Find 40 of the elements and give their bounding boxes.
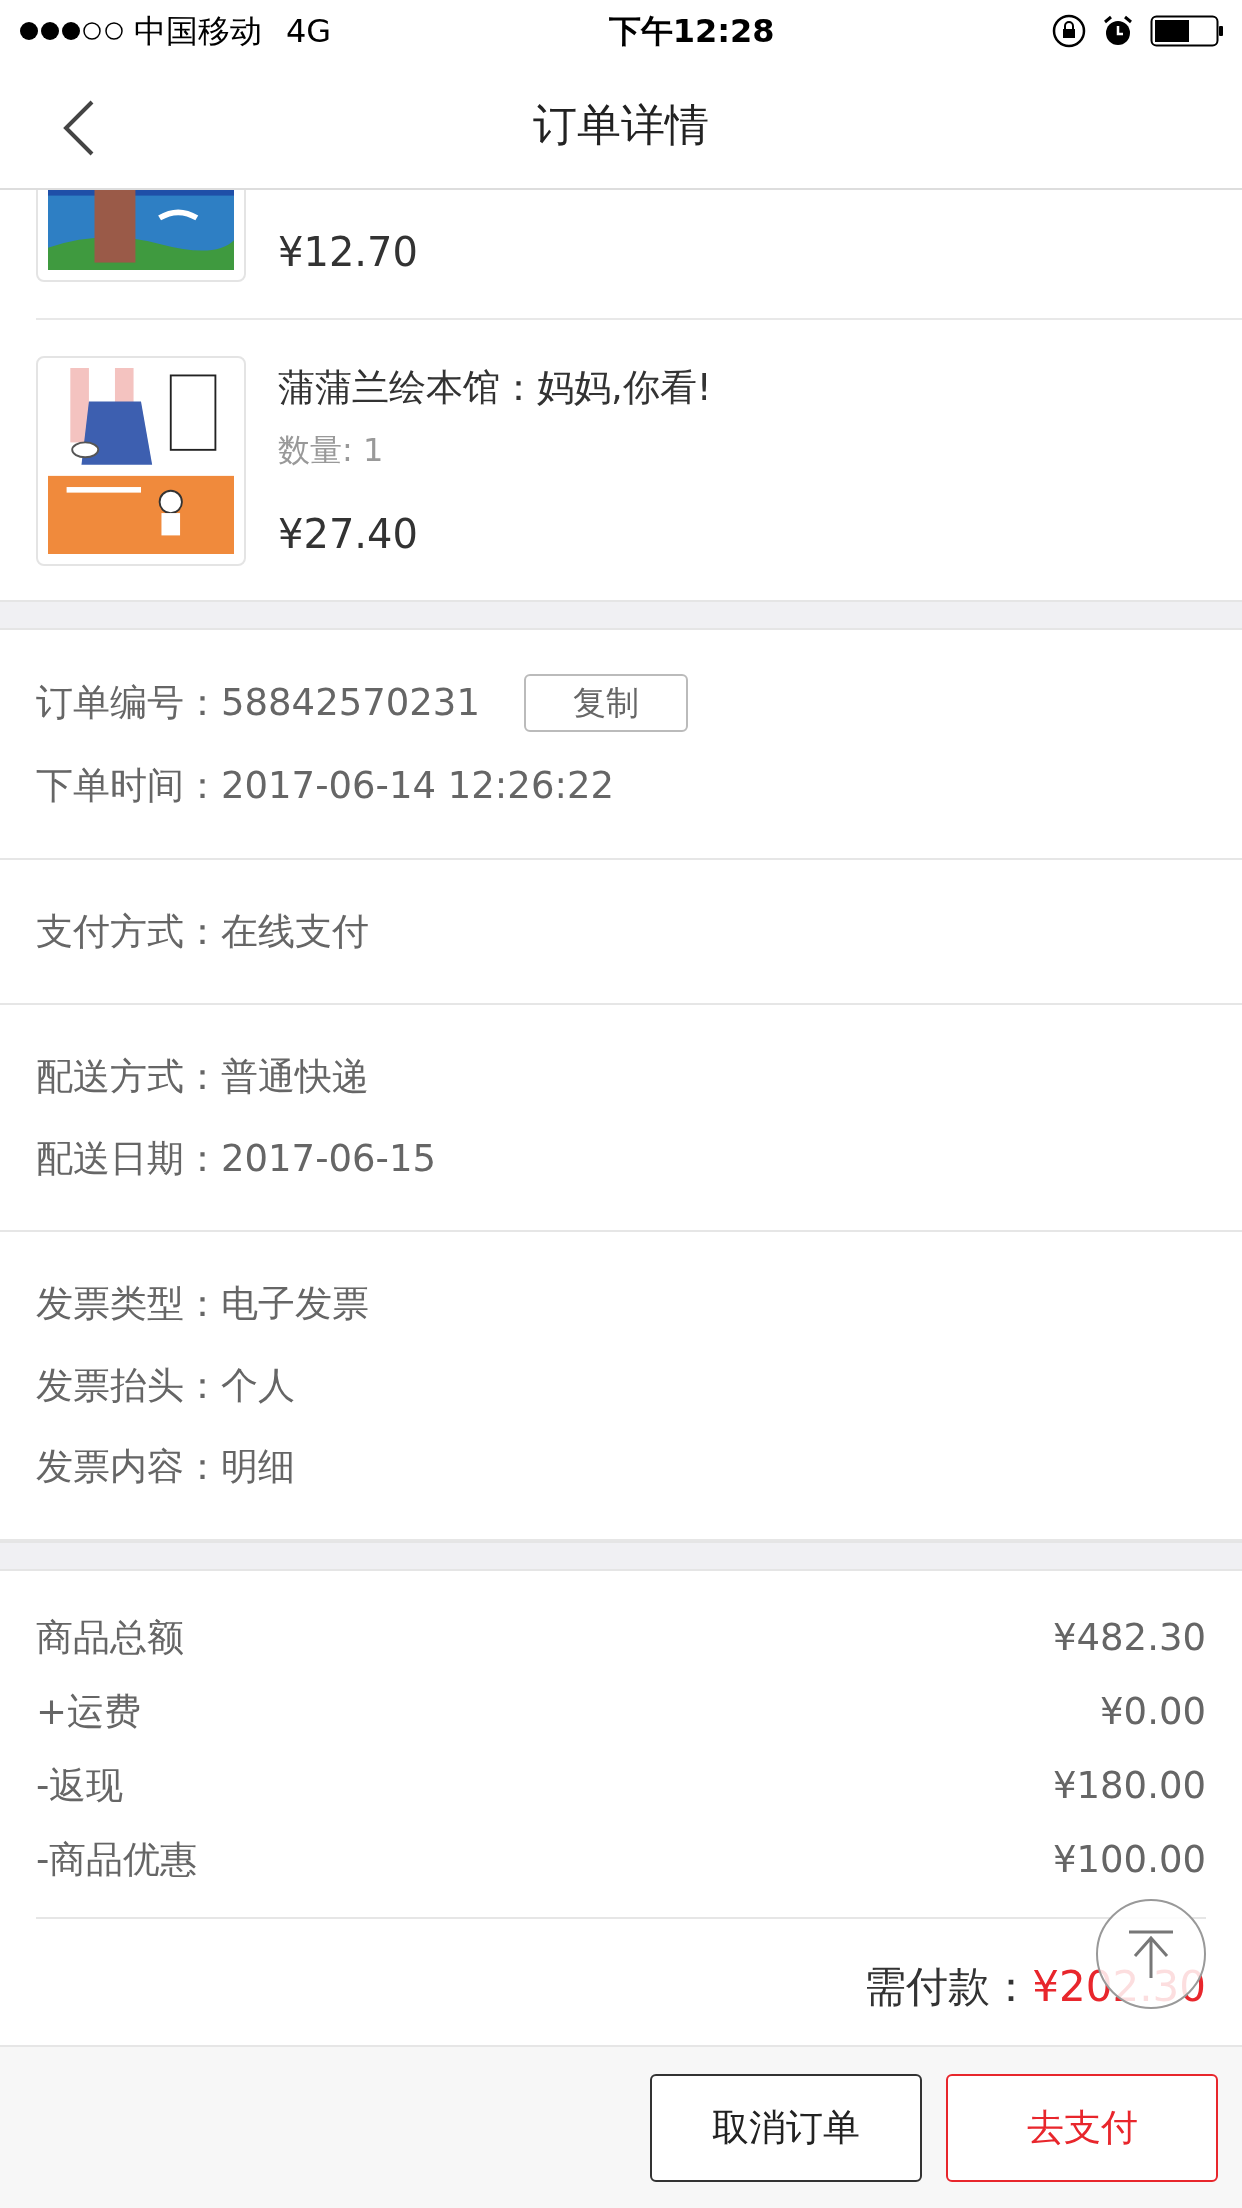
copy-button[interactable]: 复制 [523,674,688,732]
total-label: 需付款： [864,1961,1033,2013]
field-value: 在线支付 [221,908,369,955]
field-label: 支付方式： [36,908,221,955]
field-value: 电子发票 [221,1281,369,1327]
summary-label: -商品优惠 [36,1836,198,1883]
status-time: 下午12:28 [608,11,775,52]
field-label: 下单时间： [36,763,221,809]
summary-amount: ¥482.30 [1053,1614,1206,1661]
field-label: 发票类型： [36,1281,221,1327]
quantity-label: 数量: 1 [278,429,385,471]
signal-icon [18,20,126,42]
field-value: 明细 [221,1444,295,1490]
product-title[interactable]: 蒲蒲兰绘本馆：妈妈,你看! [278,360,712,416]
pay-button[interactable]: 去支付 [946,2073,1218,2182]
field-label: 配送方式： [36,1054,221,1100]
field-value: 2017-06-14 12:26:22 [221,763,614,809]
summary-label: +运费 [36,1688,141,1735]
product-price: ¥27.40 [278,510,419,559]
summary-label: 商品总额 [36,1614,184,1661]
field-value: 2017-06-15 [221,1135,437,1182]
network-type: 4G [286,11,332,52]
field-value: 58842570231 [221,680,480,727]
summary-amount: ¥100.00 [1053,1836,1206,1883]
battery-icon [1150,15,1224,47]
cancel-order-button[interactable]: 取消订单 [650,2073,922,2182]
field-label: 订单编号： [36,680,221,727]
field-value: 普通快递 [221,1054,369,1100]
rotation-lock-icon [1052,14,1086,48]
summary-amount: ¥180.00 [1053,1762,1206,1809]
summary-label: -返现 [36,1762,124,1809]
product-price: ¥12.70 [278,228,418,277]
summary-amount: ¥0.00 [1100,1688,1206,1735]
page-title: 订单详情 [533,98,709,152]
field-label: 配送日期： [36,1135,221,1182]
alarm-icon [1102,15,1134,47]
field-value: 个人 [221,1362,295,1409]
field-label: 发票抬头： [36,1362,221,1409]
field-label: 发票内容： [36,1444,221,1490]
carrier-name: 中国移动 [134,11,262,52]
